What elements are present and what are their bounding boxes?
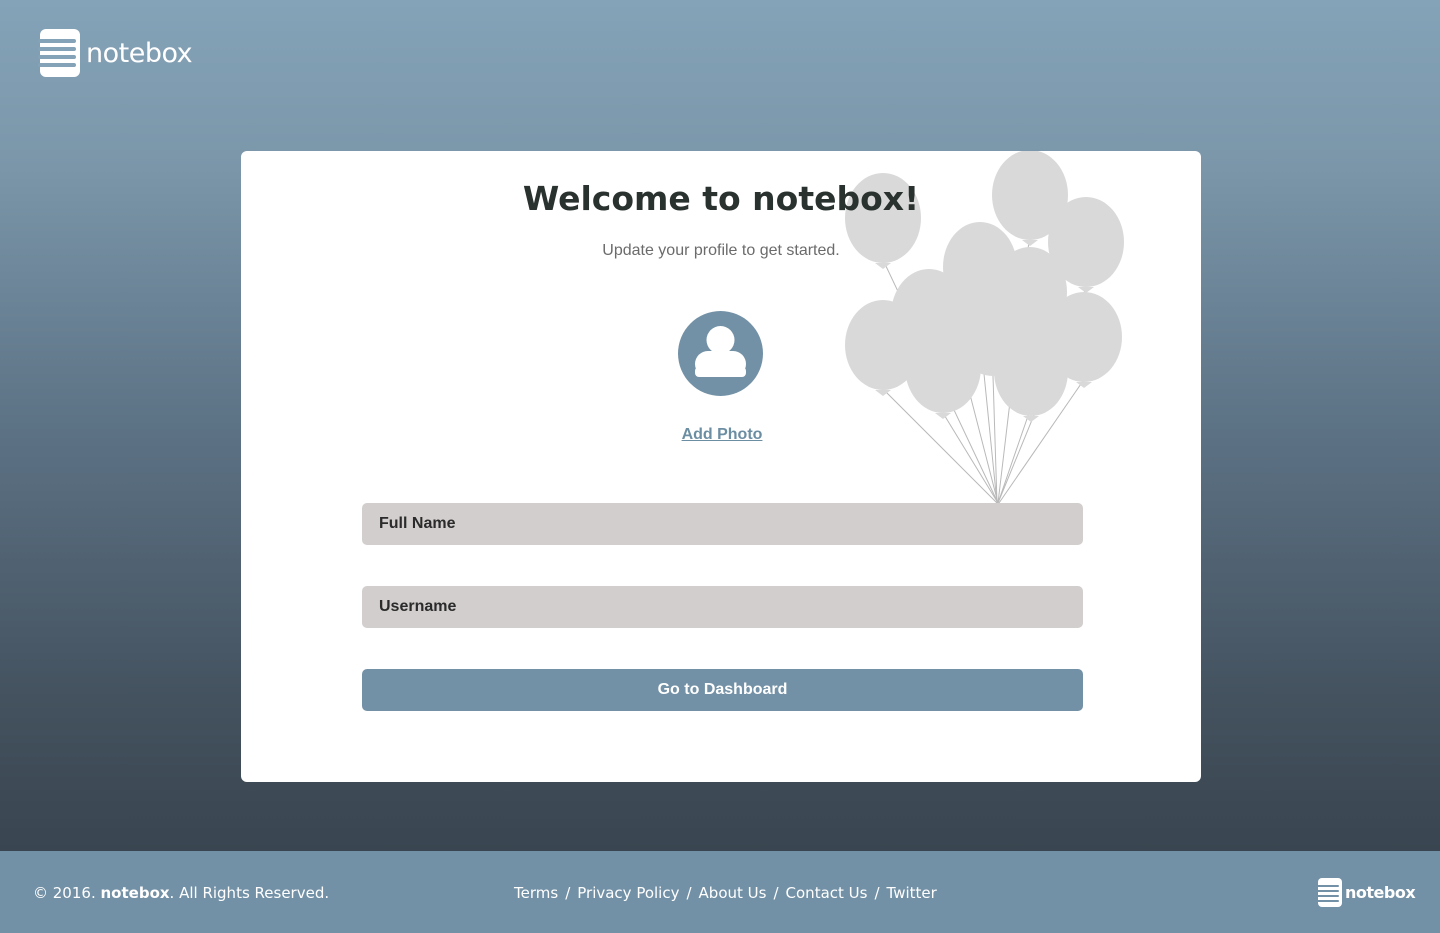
footer-logo[interactable]: notebox: [1317, 878, 1416, 907]
footer-link-about-us[interactable]: About Us: [699, 884, 767, 902]
header-logo[interactable]: notebox: [38, 29, 193, 77]
add-photo-link[interactable]: Add Photo: [241, 426, 1201, 444]
profile-setup-card: Welcome to notebox! Update your profile …: [241, 151, 1201, 782]
footer-link-privacy-policy[interactable]: Privacy Policy: [577, 884, 679, 902]
avatar[interactable]: [678, 311, 763, 396]
footer-separator: /: [874, 884, 880, 902]
footer-separator: /: [773, 884, 779, 902]
footer-link-contact-us[interactable]: Contact Us: [786, 884, 868, 902]
footer-link-terms[interactable]: Terms: [514, 884, 558, 902]
notebook-logo-icon: [1317, 878, 1342, 907]
footer-separator: /: [565, 884, 571, 902]
footer-link-twitter[interactable]: Twitter: [887, 884, 937, 902]
footer-links: Terms / Privacy Policy / About Us / Cont…: [514, 884, 937, 902]
copyright-prefix: © 2016.: [33, 884, 96, 902]
go-to-dashboard-button[interactable]: Go to Dashboard: [362, 669, 1083, 711]
copyright: © 2016. notebox. All Rights Reserved.: [33, 884, 329, 902]
footer-separator: /: [686, 884, 692, 902]
page-subtitle: Update your profile to get started.: [602, 242, 840, 259]
full-name-input[interactable]: [362, 503, 1083, 545]
notebook-logo-icon: [38, 29, 80, 77]
username-input[interactable]: [362, 586, 1083, 628]
footer-brand-name: notebox: [1345, 883, 1416, 902]
copyright-suffix: . All Rights Reserved.: [169, 884, 330, 902]
copyright-brand: notebox: [100, 884, 170, 902]
user-icon: [695, 326, 746, 377]
brand-name: notebox: [86, 37, 193, 69]
footer: © 2016. notebox. All Rights Reserved. Te…: [0, 851, 1440, 933]
page-title: Welcome to notebox!: [522, 179, 920, 218]
